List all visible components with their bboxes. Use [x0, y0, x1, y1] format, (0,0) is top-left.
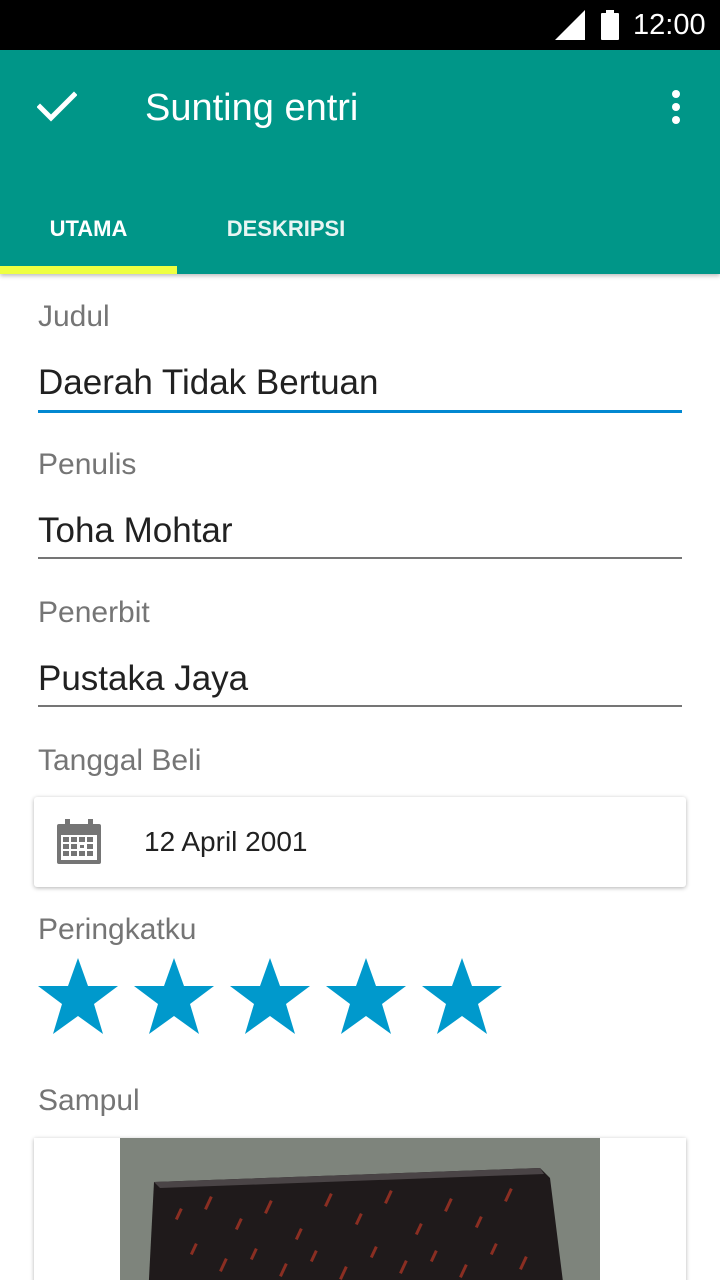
app-bar: Sunting entri UTAMA DESKRIPSI [0, 50, 720, 274]
tab-indicator [0, 266, 177, 274]
cover-label: Sampul [38, 1084, 140, 1117]
author-underline [38, 557, 682, 559]
status-bar: 12:00 [0, 0, 720, 50]
date-picker-button[interactable]: 12 April 2001 [34, 797, 686, 887]
purchase-date-value: 12 April 2001 [144, 826, 308, 857]
check-icon [37, 91, 77, 122]
title-label: Judul [38, 300, 110, 333]
purchase-date-label: Tanggal Beli [38, 744, 202, 777]
status-time: 12:00 [633, 9, 706, 41]
cover-image [120, 1138, 600, 1280]
rating-label: Peringkatku [38, 913, 197, 946]
star-icon[interactable] [324, 956, 408, 1038]
calendar-icon [57, 819, 101, 864]
author-input[interactable]: Toha Mohtar [38, 510, 233, 552]
star-icon[interactable] [36, 956, 120, 1038]
page-title: Sunting entri [145, 87, 359, 129]
publisher-underline [38, 705, 682, 707]
title-underline [38, 410, 682, 413]
title-input[interactable]: Daerah Tidak Bertuan [38, 362, 378, 404]
publisher-label: Penerbit [38, 596, 150, 629]
signal-icon [555, 10, 585, 40]
author-label: Penulis [38, 448, 137, 481]
star-icon[interactable] [132, 956, 216, 1038]
battery-icon [601, 10, 619, 40]
overflow-menu-button[interactable] [651, 78, 701, 136]
more-vert-icon [672, 90, 680, 124]
star-icon[interactable] [228, 956, 312, 1038]
save-button[interactable] [22, 72, 92, 142]
tab-utama[interactable]: UTAMA [0, 184, 177, 274]
star-icon[interactable] [420, 956, 504, 1038]
rating-bar[interactable] [36, 956, 506, 1038]
cover-card[interactable] [34, 1138, 686, 1280]
tab-deskripsi[interactable]: DESKRIPSI [195, 184, 377, 274]
publisher-input[interactable]: Pustaka Jaya [38, 658, 248, 700]
